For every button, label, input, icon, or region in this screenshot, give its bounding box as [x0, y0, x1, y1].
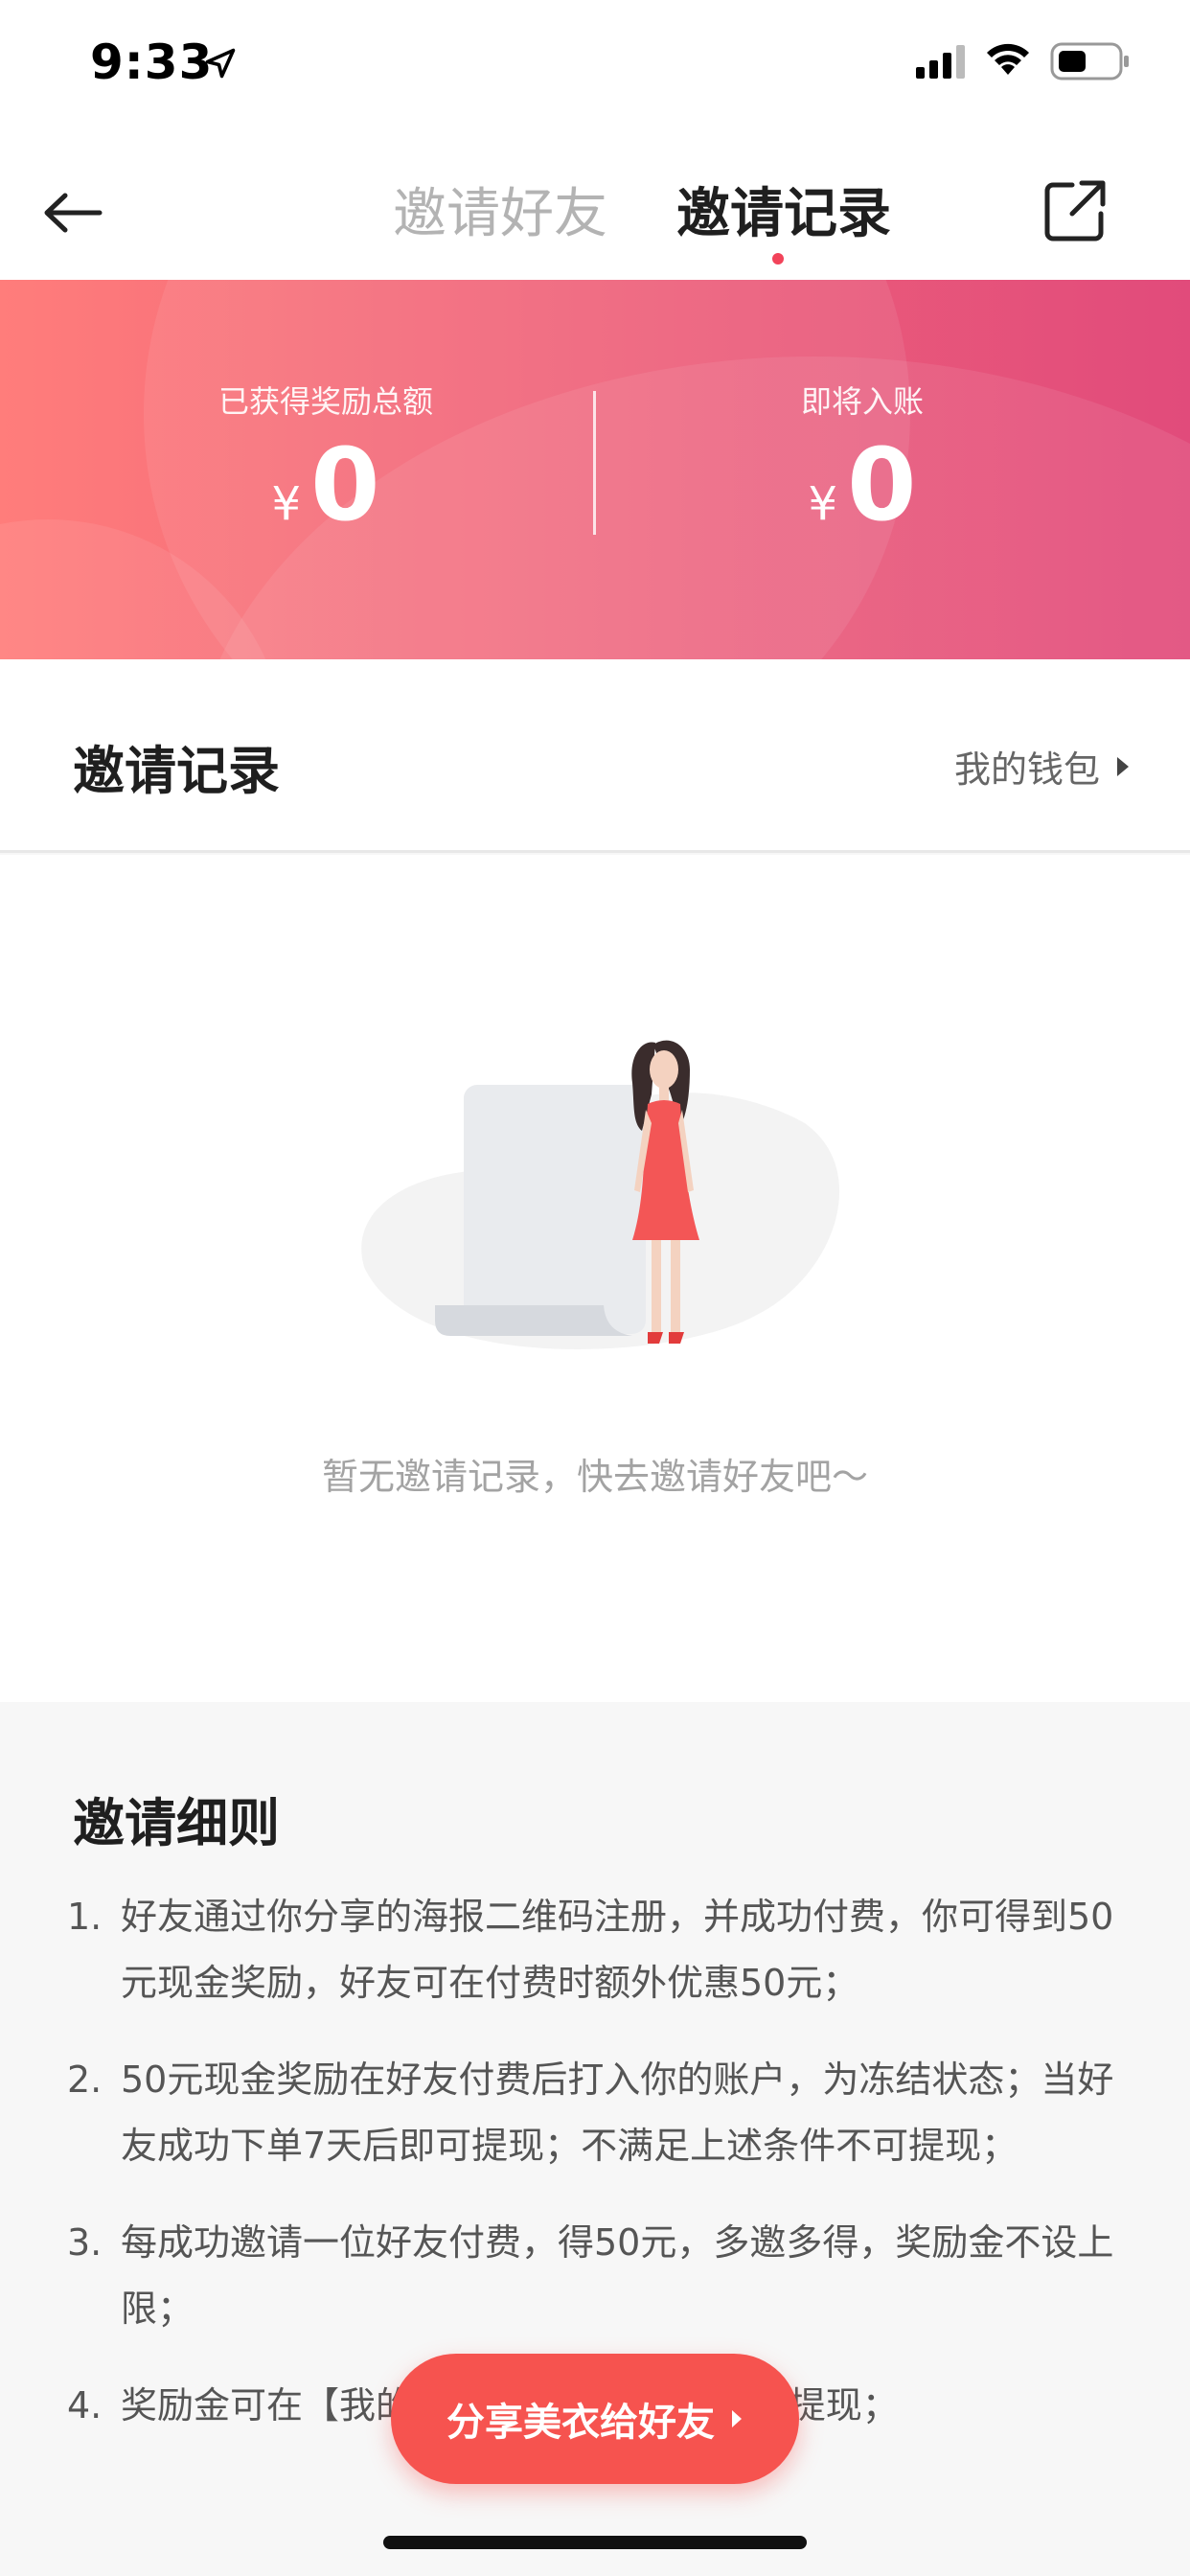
rule-text: 50元现金奖励在好友付费后打入你的账户，为冻结状态；当好友成功下单7天后即可提现… [121, 2058, 1114, 2167]
pending-amount-row: ¥ 0 [594, 435, 1131, 535]
active-tab-indicator [772, 253, 784, 264]
share-external-icon [1044, 180, 1106, 242]
pending-label: 即将入账 [800, 383, 924, 420]
rule-item: 1. 好友通过你分享的海报二维码注册，并成功付费，你可得到50元现金奖励，好友可… [67, 1884, 1131, 2016]
share-to-friends-button[interactable]: 分享美衣给好友 [391, 2354, 799, 2484]
tab-invite-records[interactable]: 邀请记录 [676, 171, 891, 248]
pending-currency: ¥ [808, 477, 838, 531]
rule-number: 3. [67, 2221, 103, 2264]
share-to-friends-label: 分享美衣给好友 [446, 2401, 715, 2445]
reward-banner: 已获得奖励总额 ¥ 0 即将入账 ¥ 0 [0, 280, 1190, 659]
rule-number: 1. [67, 1896, 103, 1938]
earned-amount: 0 [310, 426, 380, 543]
empty-message: 暂无邀请记录，快去邀请好友吧～ [321, 1456, 868, 1498]
pending-amount: 0 [847, 426, 917, 543]
rule-item: 3. 每成功邀请一位好友付费，得50元，多邀多得，奖励金不设上限； [67, 2210, 1131, 2342]
empty-records-illustration [361, 1040, 840, 1349]
records-header: 邀请记录 我的钱包 [0, 659, 1190, 853]
back-button[interactable] [34, 174, 111, 251]
chevron-right-icon [732, 2410, 742, 2427]
status-bar: 9:33 [0, 0, 1190, 126]
rule-number: 4. [67, 2384, 103, 2426]
home-indicator [383, 2536, 807, 2549]
battery-icon [1050, 42, 1129, 80]
my-wallet-label: 我的钱包 [953, 748, 1100, 791]
earned-amount-row: ¥ 0 [57, 435, 594, 535]
location-arrow-icon [205, 48, 236, 79]
records-title: 邀请记录 [73, 741, 280, 801]
top-nav: 邀请好友 邀请记录 [0, 126, 1190, 280]
pending-total: 即将入账 ¥ 0 [594, 280, 1131, 659]
back-arrow-icon [44, 193, 103, 233]
earned-label: 已获得奖励总额 [217, 383, 433, 420]
my-wallet-link[interactable]: 我的钱包 [954, 740, 1131, 793]
empty-state: 暂无邀请记录，快去邀请好友吧～ [0, 855, 1190, 1702]
rules-title: 邀请细则 [73, 1793, 280, 1853]
tab-invite-friends[interactable]: 邀请好友 [393, 171, 607, 248]
rule-item: 2. 50元现金奖励在好友付费后打入你的账户，为冻结状态；当好友成功下单7天后即… [67, 2047, 1131, 2179]
cellular-signal-icon [916, 45, 965, 79]
invite-records-page: 9:33 邀请好友 邀请记录 已获得奖励总额 ¥ 0 即将入账 ¥ 0 邀请记录… [0, 0, 1190, 2576]
status-time: 9:33 [90, 34, 214, 90]
rule-text: 好友通过你分享的海报二维码注册，并成功付费，你可得到50元现金奖励，好友可在付费… [121, 1896, 1114, 2004]
chevron-right-icon [1117, 756, 1129, 776]
share-button[interactable] [1035, 171, 1115, 251]
earned-currency: ¥ [271, 477, 302, 531]
rule-text: 每成功邀请一位好友付费，得50元，多邀多得，奖励金不设上限； [121, 2221, 1114, 2330]
rule-number: 2. [67, 2058, 103, 2101]
earned-total: 已获得奖励总额 ¥ 0 [57, 280, 594, 659]
wifi-icon [987, 43, 1029, 75]
